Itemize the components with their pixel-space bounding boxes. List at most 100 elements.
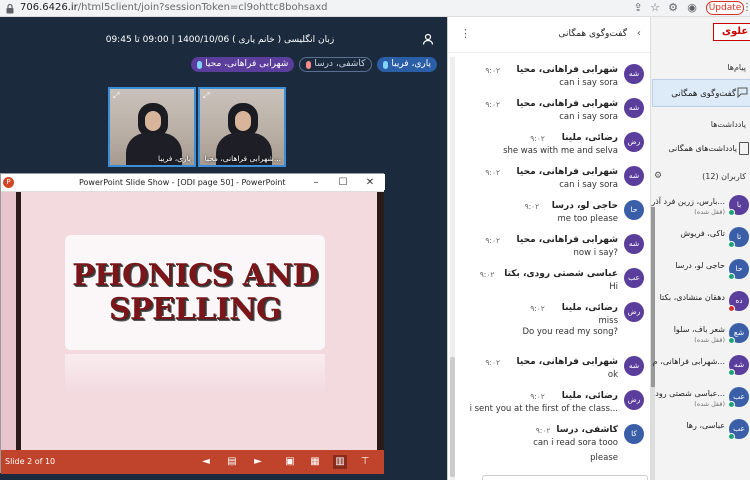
message-time: ۹:۰۲	[530, 392, 545, 401]
address-bar[interactable]: 706.6426.ir/html5client/join?sessionToke…	[20, 2, 328, 13]
ppt-window-title: PowerPoint Slide Show - [ODI page 50] - …	[79, 178, 286, 187]
user-name: حاجی لو، درسا	[675, 261, 725, 270]
avatar: تا	[728, 227, 749, 248]
video-tile[interactable]: ⤢ یاری، فریبا	[108, 87, 196, 167]
public-chat-item[interactable]: گفت‌وگوی همگانی	[652, 79, 750, 107]
avatar: شه	[624, 166, 644, 186]
meeting-bg-edge	[384, 190, 447, 480]
star-icon[interactable]: ☆	[649, 2, 661, 14]
fullscreen-icon[interactable]: ⤢	[113, 91, 122, 100]
microphone-icon	[197, 60, 203, 69]
profile-icon[interactable]: ◉	[686, 2, 698, 14]
extensions-icon[interactable]: ⚙	[667, 2, 679, 14]
message-time: ۹:۰۲	[530, 304, 545, 313]
talker-name: کاشفی، درسا	[314, 59, 366, 69]
user-list-item[interactable]: عب عباسی، رها	[652, 417, 750, 447]
next-slide-icon[interactable]: ►	[251, 455, 265, 469]
slide-title-line1: PHONICS AND	[72, 258, 318, 293]
message-text: ok	[607, 370, 618, 380]
minimize-icon[interactable]: –	[309, 176, 323, 189]
chat-input[interactable]	[482, 475, 648, 480]
user-name: بارس، زرین فرد آذر...	[651, 197, 725, 206]
title-reflection	[65, 354, 325, 394]
avatar: شه	[624, 98, 644, 118]
chat-message: شه شهرابی فراهانی، محیا ۹:۰۲ ok	[448, 355, 648, 391]
document-icon	[739, 142, 749, 155]
avatar-initials: تا	[736, 232, 742, 241]
chat-options-icon[interactable]: ⋮	[460, 27, 471, 40]
user-list-item[interactable]: با بارس، زرین فرد آذر... (قفل شده)	[651, 193, 750, 223]
avatar: ده	[728, 291, 749, 312]
previous-slide-icon[interactable]: ◄	[199, 455, 213, 469]
talker-chip[interactable]: یاری، فریبا	[377, 57, 437, 72]
user-list-item[interactable]: شه شهرابی فراهانی، م...	[652, 353, 750, 383]
message-text: can i say sora	[559, 112, 618, 122]
menu-dots-icon[interactable]: ⋮	[742, 2, 750, 14]
user-list-item[interactable]: حا حاجی لو، درسا	[652, 257, 750, 287]
close-icon[interactable]: ✕	[363, 176, 377, 189]
normal-view-icon[interactable]: ▣	[283, 455, 297, 469]
message-text: i sent you at the first of the class...	[469, 404, 618, 414]
message-text: can i say sora	[559, 78, 618, 88]
slideshow-icon[interactable]: ⊤	[358, 455, 372, 469]
message-text: please	[590, 453, 618, 463]
avatar: شه	[728, 355, 749, 376]
lock-icon[interactable]	[5, 3, 15, 14]
avatar: رض	[624, 302, 644, 322]
audio-status-icon	[728, 209, 735, 216]
avatar: عب	[624, 268, 644, 288]
maximize-icon[interactable]: ☐	[336, 176, 350, 189]
message-sender: شهرابی فراهانی، محیا	[516, 235, 618, 245]
message-time: ۹:۰۲	[530, 134, 545, 143]
fullscreen-icon[interactable]: ⤢	[203, 91, 212, 100]
shared-notes-item[interactable]: یادداشت‌های همگانی	[652, 140, 750, 160]
avatar: شه	[624, 64, 644, 84]
user-list-icon[interactable]	[422, 33, 434, 45]
chat-message: شه شهرابی فراهانی، محیا ۹:۰۲ can i say sora	[448, 63, 648, 99]
user-status: (قفل شده)	[694, 400, 725, 408]
update-button[interactable]: Update ⋮	[706, 1, 750, 15]
message-sender: شهرابی فراهانی، محیا	[516, 99, 618, 109]
user-name: شعر باف، سلوا	[673, 325, 725, 334]
user-list-item[interactable]: عب عباسی شصتی رود... (قفل شده)	[652, 385, 750, 415]
talker-chip[interactable]: کاشفی، درسا	[299, 57, 373, 72]
message-sender: کاشفی، درسا	[556, 425, 618, 435]
message-sender: شهرابی فراهانی، محیا	[516, 357, 618, 367]
video-tile[interactable]: ⤢ شهرابی فراهانی، محیا...	[198, 87, 286, 167]
chat-message: رض رضائی، ملینا ۹:۰۲ she was with me and se…	[448, 131, 648, 167]
messages-section-label: پیام‌ها	[727, 63, 746, 72]
powerpoint-window: P PowerPoint Slide Show - [ODI page 50] …	[0, 173, 385, 474]
avatar-initials: شه	[733, 360, 745, 369]
user-status: (قفل شده)	[694, 336, 725, 344]
slide-counter: Slide 2 of 10	[5, 457, 56, 466]
user-list-item[interactable]: تا تاکی، فریوش	[652, 225, 750, 255]
slide-area[interactable]: PHONICS AND SPELLING	[1, 192, 385, 450]
talker-name: شهرابی فراهانی، محیا	[205, 59, 289, 69]
user-name: عباسی شصتی رود...	[655, 389, 725, 398]
message-sender: رضائی، ملینا	[561, 303, 618, 313]
avatar: شع	[728, 323, 749, 344]
message-text: Hi	[609, 282, 618, 292]
user-list-item[interactable]: شع شعر باف، سلوا (قفل شده)	[652, 321, 750, 351]
slide-title-card: PHONICS AND SPELLING	[65, 235, 325, 350]
user-list-item[interactable]: ده دهقان منشادی، بکتا	[652, 289, 750, 319]
message-sender: شهرابی فراهانی، محیا	[516, 65, 618, 75]
sidebar: علوی پیام‌ها گفت‌وگوی همگانی یادداشت‌ها …	[650, 17, 750, 480]
video-user-name: یاری، فریبا	[157, 154, 191, 163]
message-text: Do you read my song?	[522, 327, 618, 337]
share-icon[interactable]: ⇪	[632, 2, 644, 14]
talker-chip[interactable]: شهرابی فراهانی، محیا	[191, 57, 295, 72]
chevron-left-icon[interactable]: ‹	[637, 28, 641, 39]
reading-view-icon[interactable]: ▥	[333, 455, 347, 469]
notes-icon[interactable]: ▤	[225, 455, 239, 469]
user-settings-icon[interactable]: ⚙	[654, 171, 662, 181]
chat-message-list: شه شهرابی فراهانی، محیا ۹:۰۲ can i say sora…	[448, 57, 651, 480]
slide-sorter-icon[interactable]: ▦	[308, 455, 322, 469]
slide-title-line2: SPELLING	[108, 292, 282, 327]
user-name: دهقان منشادی، بکتا	[659, 293, 725, 302]
audio-status-icon	[728, 369, 735, 376]
avatar-initials: عب	[733, 392, 745, 401]
avatar: کا	[624, 424, 644, 444]
chat-message: رض رضائی، ملینا ۹:۰۲ i sent you at the firs…	[448, 389, 648, 425]
message-time: ۹:۰۲	[485, 100, 500, 109]
